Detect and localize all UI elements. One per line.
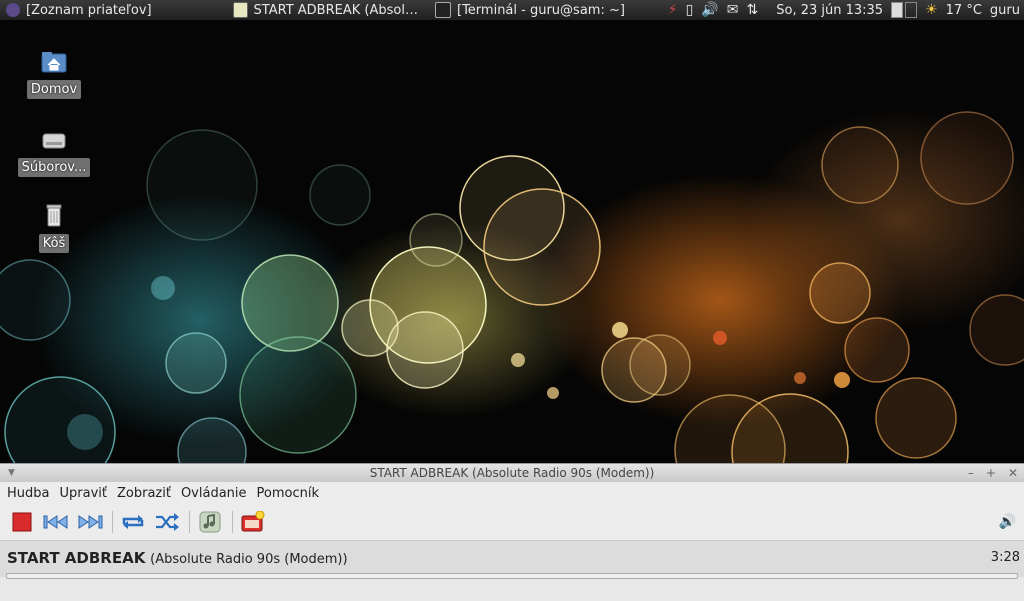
- song-title: START ADBREAK: [7, 549, 146, 567]
- close-button[interactable]: ✕: [1008, 464, 1018, 482]
- menu-help[interactable]: Pomocník: [257, 485, 319, 502]
- trash-icon: [46, 204, 62, 227]
- network-icon[interactable]: ⚡: [668, 0, 678, 20]
- toolbar-separator: [112, 511, 113, 533]
- window-titlebar[interactable]: ▼ START ADBREAK (Absolute Radio 90s (Mod…: [0, 464, 1024, 482]
- toolbar-separator: [189, 511, 190, 533]
- weather-temp[interactable]: 17 °C: [946, 3, 982, 18]
- battery-icon[interactable]: ▯: [686, 0, 694, 20]
- repeat-button[interactable]: [119, 509, 147, 535]
- previous-button[interactable]: [42, 509, 70, 535]
- playlist-button[interactable]: [196, 509, 224, 535]
- wallpaper-bokeh: [0, 111, 1024, 463]
- menu-view[interactable]: Zobraziť: [117, 485, 171, 502]
- next-icon: [78, 515, 103, 529]
- clock[interactable]: So, 23 jún 13:35: [776, 3, 883, 18]
- music-player-icon: [233, 2, 248, 18]
- menu-control[interactable]: Ovládanie: [181, 485, 247, 502]
- repeat-icon: [122, 515, 144, 529]
- system-tray: ⚡ ▯ 🔊 ✉ ⇅ So, 23 jún 13:35 ☀ 17 °C guru: [668, 0, 1024, 20]
- next-button[interactable]: [76, 509, 104, 535]
- menubar: Hudba Upraviť Zobraziť Ovládanie Pomocní…: [0, 482, 1024, 504]
- transfer-arrows-icon[interactable]: ⇅: [747, 0, 759, 20]
- drive-icon: [42, 133, 66, 149]
- shuffle-button[interactable]: [153, 509, 181, 535]
- task-friends-list[interactable]: [Zoznam priateľov]: [0, 0, 227, 20]
- task-terminal[interactable]: [Terminál - guru@sam: ~]: [429, 0, 641, 20]
- desktop-icon-filesystem[interactable]: Súborov...: [17, 128, 91, 177]
- task-music-player[interactable]: START ADBREAK (Absolute ...: [227, 0, 429, 20]
- window-title: START ADBREAK (Absolute Radio 90s (Modem…: [369, 466, 655, 480]
- top-panel: [Zoznam priateľov] START ADBREAK (Absolu…: [0, 0, 1024, 20]
- chat-app-icon: [6, 3, 20, 17]
- toolbar: 🔊: [0, 504, 1024, 540]
- shuffle-icon: [156, 513, 179, 531]
- window-menu-icon[interactable]: ▼: [8, 464, 15, 482]
- menu-music[interactable]: Hudba: [7, 485, 50, 502]
- now-playing-text: START ADBREAK (Absolute Radio 90s (Modem…: [7, 549, 348, 567]
- stop-icon: [12, 512, 32, 532]
- radio-icon: [241, 511, 265, 532]
- radio-button[interactable]: [239, 509, 267, 535]
- home-folder-icon: [41, 52, 67, 73]
- previous-icon: [43, 515, 68, 529]
- music-player-window: ▼ START ADBREAK (Absolute Radio 90s (Mod…: [0, 463, 1024, 601]
- now-playing-area: START ADBREAK (Absolute Radio 90s (Modem…: [0, 540, 1024, 579]
- terminal-icon: [435, 2, 451, 18]
- stop-button[interactable]: [8, 509, 36, 535]
- workspace-switcher[interactable]: [891, 2, 918, 18]
- user-name[interactable]: guru: [990, 3, 1020, 18]
- volume-icon[interactable]: 🔊: [701, 0, 718, 20]
- elapsed-time: 3:28: [990, 550, 1020, 565]
- music-note-icon: [199, 511, 221, 533]
- minimize-button[interactable]: –: [968, 464, 974, 482]
- desktop-icon-home[interactable]: Domov: [17, 50, 91, 99]
- menu-edit[interactable]: Upraviť: [60, 485, 107, 502]
- desktop: Domov Súborov... Kôš: [0, 20, 1024, 463]
- mail-icon[interactable]: ✉: [727, 0, 739, 20]
- window-controls: – + ✕: [968, 464, 1018, 482]
- desktop-icon-trash[interactable]: Kôš: [17, 202, 91, 253]
- song-subtitle: (Absolute Radio 90s (Modem)): [150, 552, 348, 567]
- seek-bar[interactable]: [6, 573, 1018, 579]
- weather-icon: ☀: [925, 2, 938, 18]
- toolbar-separator: [232, 511, 233, 533]
- maximize-button[interactable]: +: [986, 464, 996, 482]
- volume-icon[interactable]: 🔊: [999, 514, 1016, 530]
